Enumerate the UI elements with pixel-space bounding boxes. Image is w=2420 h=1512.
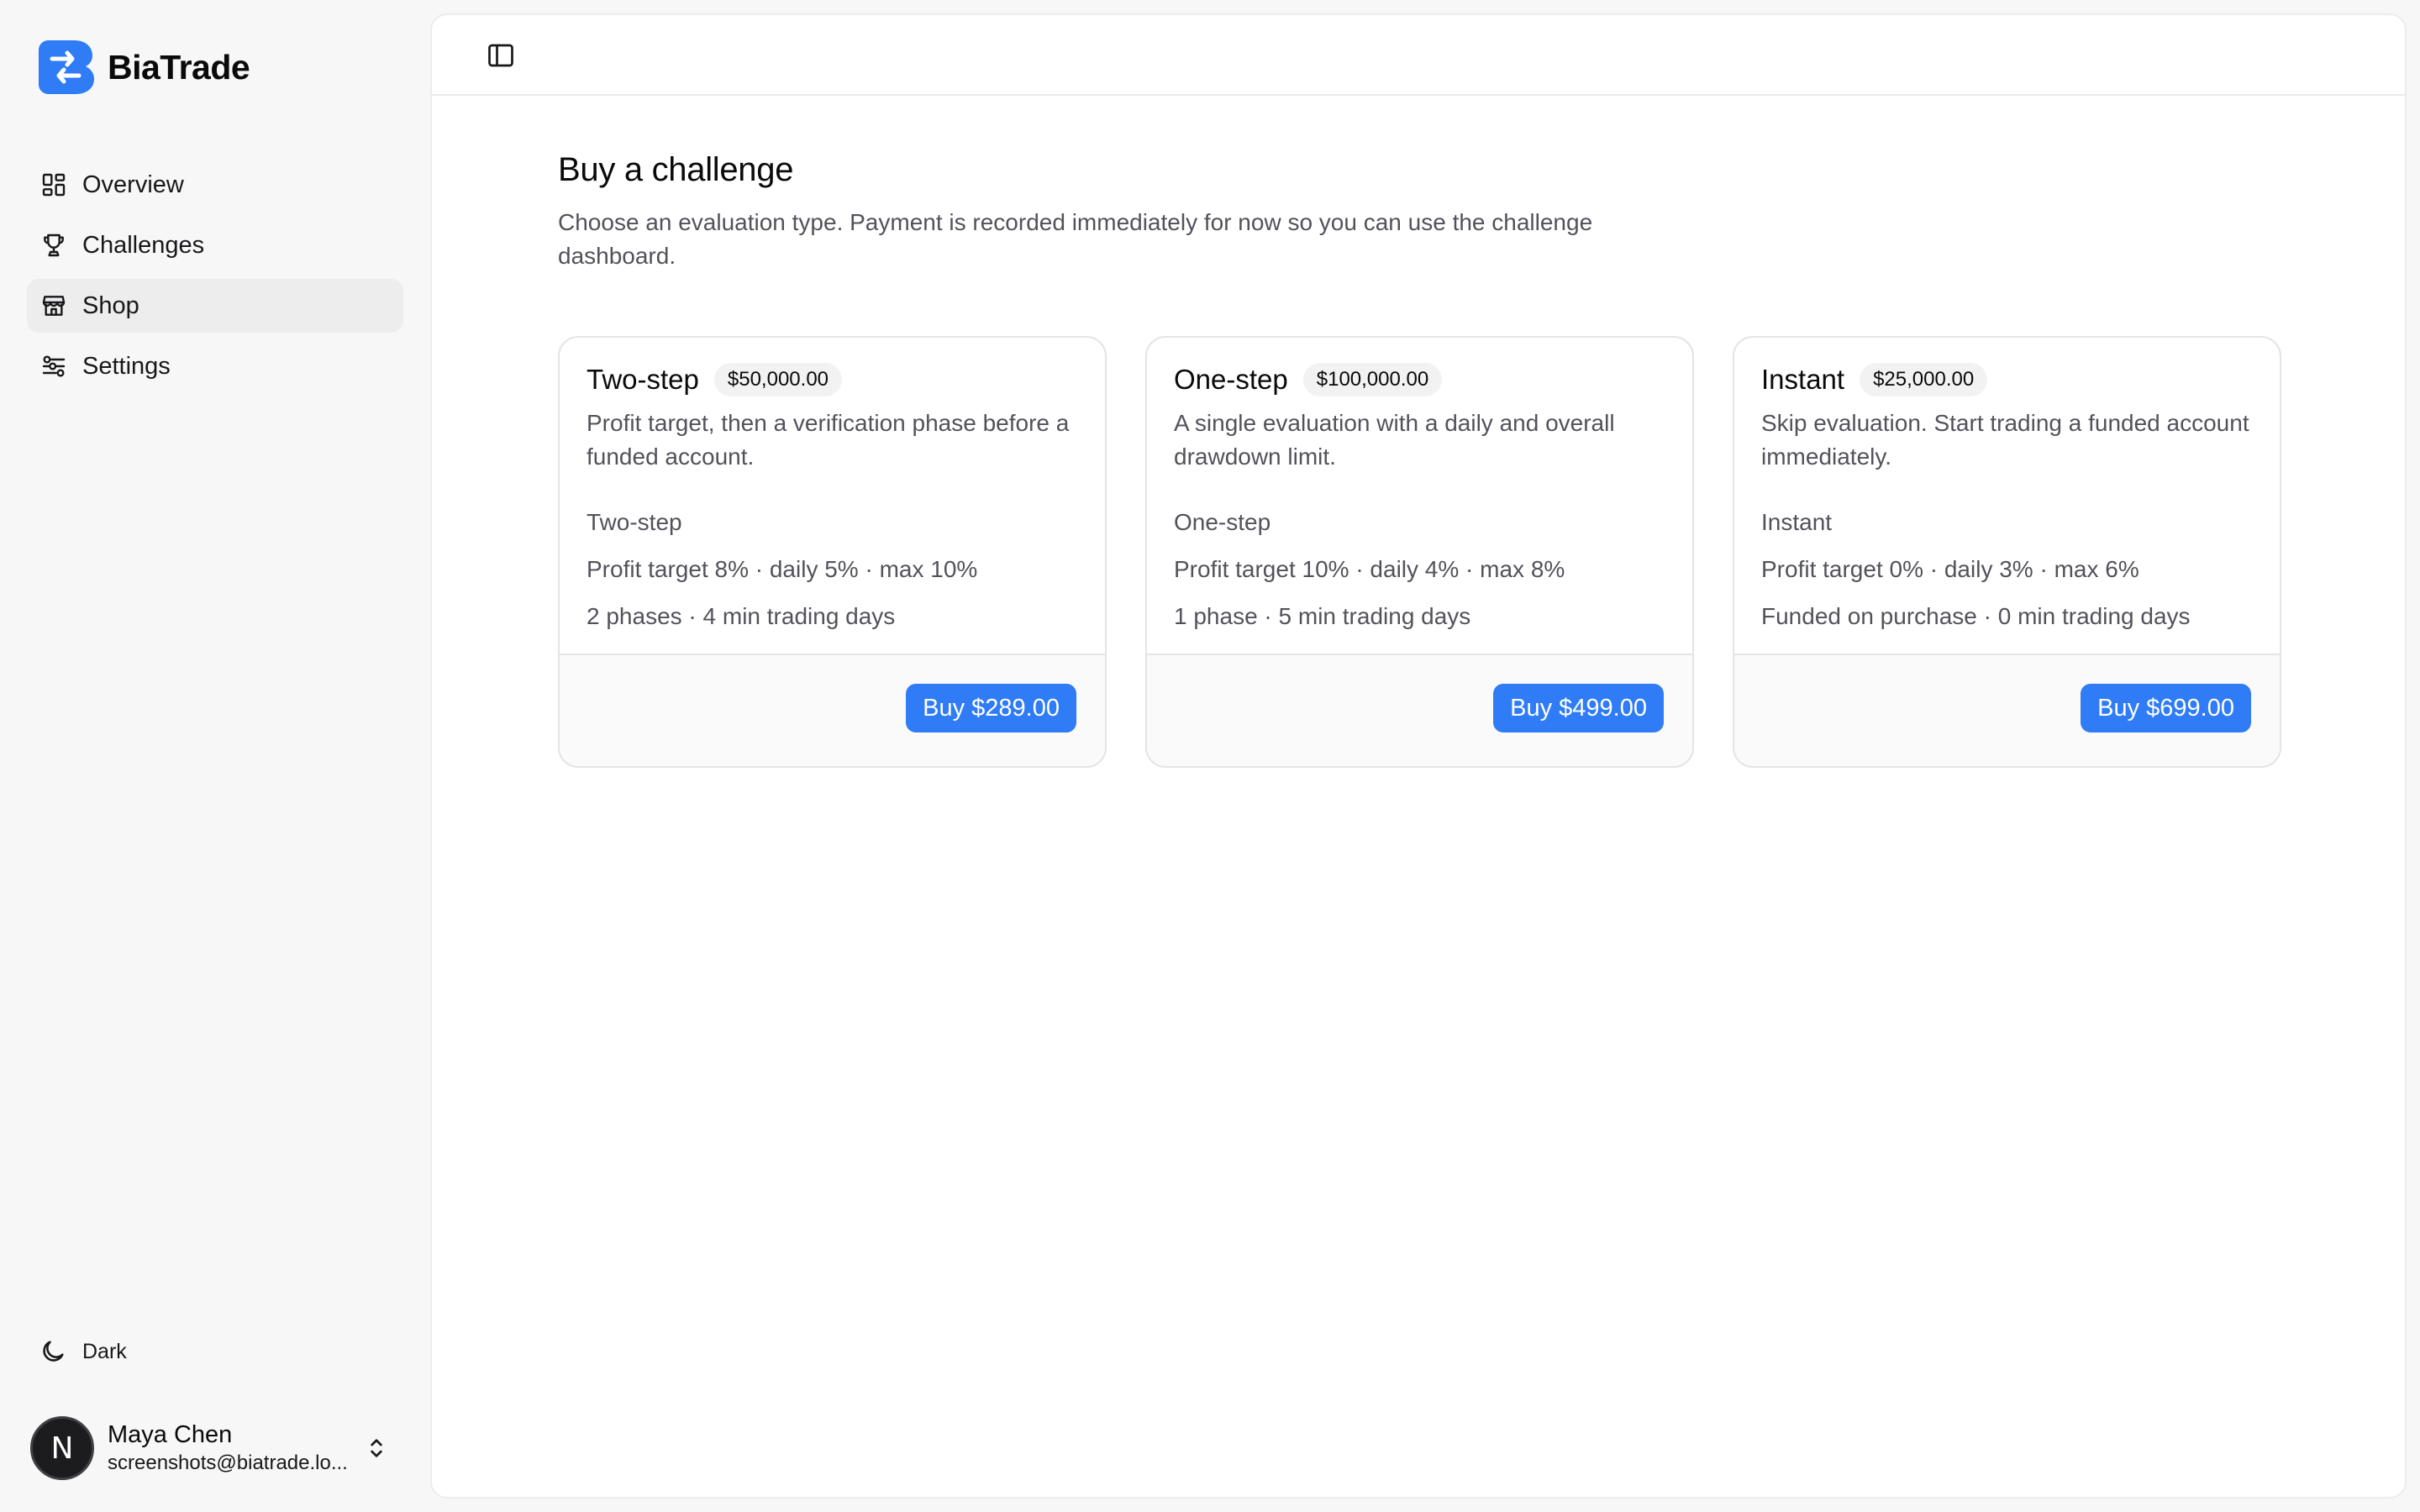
challenge-card-one-step: One-step $100,000.00 A single evaluation… bbox=[1145, 336, 1694, 768]
card-description: Profit target, then a verification phase… bbox=[587, 410, 1070, 470]
card-type: Instant bbox=[1761, 509, 1833, 535]
sidebar: BiaTrade Overview Challenges Shop Settin… bbox=[0, 0, 430, 1512]
chevron-up-down-icon bbox=[371, 1439, 382, 1457]
card-rules: Profit target 0% · daily 3% · max 6% bbox=[1761, 556, 2139, 582]
buy-instant-button[interactable]: Buy $699.00 bbox=[2081, 684, 2251, 732]
buy-one-step-button[interactable]: Buy $499.00 bbox=[1493, 684, 1664, 732]
card-title: One-step bbox=[1174, 364, 1288, 395]
sidebar-item-label: Settings bbox=[82, 352, 171, 380]
challenge-card-two-step: Two-step $50,000.00 Profit target, then … bbox=[558, 336, 1107, 768]
topbar bbox=[432, 15, 2405, 96]
card-phases: 1 phase · 5 min trading days bbox=[1174, 603, 1471, 629]
card-footer: Buy $499.00 bbox=[1147, 654, 1692, 766]
brand-logo-icon bbox=[39, 40, 94, 94]
challenge-cards: Two-step $50,000.00 Profit target, then … bbox=[558, 336, 2281, 768]
card-type: Two-step bbox=[587, 509, 682, 535]
moon-icon bbox=[43, 1341, 64, 1362]
brand[interactable]: BiaTrade bbox=[39, 40, 250, 94]
card-description: Skip evaluation. Start trading a funded … bbox=[1761, 410, 2249, 470]
store-icon bbox=[42, 296, 66, 316]
card-phases: Funded on purchase · 0 min trading days bbox=[1761, 603, 2191, 629]
sidebar-item-label: Overview bbox=[82, 171, 184, 198]
card-rules: Profit target 8% · daily 5% · max 10% bbox=[587, 556, 978, 582]
brand-name: BiaTrade bbox=[108, 47, 250, 87]
avatar: N bbox=[30, 1416, 94, 1480]
user-info: Maya Chen screenshots@biatrade.lo... bbox=[108, 1420, 351, 1477]
sidebar-item-label: Challenges bbox=[82, 231, 205, 259]
account-size-badge: $100,000.00 bbox=[1302, 363, 1443, 396]
card-rules: Profit target 10% · daily 4% · max 8% bbox=[1174, 556, 1565, 582]
trophy-icon bbox=[44, 234, 64, 257]
user-email: screenshots@biatrade.lo... bbox=[108, 1452, 348, 1474]
theme-toggle[interactable]: Dark bbox=[39, 1337, 127, 1366]
buy-two-step-button[interactable]: Buy $289.00 bbox=[906, 684, 1076, 732]
user-menu[interactable]: N Maya Chen screenshots@biatrade.lo... bbox=[30, 1415, 400, 1482]
card-phases: 2 phases · 4 min trading days bbox=[587, 603, 896, 629]
sliders-icon bbox=[42, 355, 66, 377]
sidebar-item-settings[interactable]: Settings bbox=[27, 339, 403, 393]
card-title: Two-step bbox=[587, 364, 699, 395]
sidebar-toggle-icon[interactable] bbox=[486, 40, 516, 71]
sidebar-item-challenges[interactable]: Challenges bbox=[27, 218, 403, 272]
challenge-card-instant: Instant $25,000.00 Skip evaluation. Star… bbox=[1733, 336, 2281, 768]
shop-content: Buy a challenge Choose an evaluation typ… bbox=[558, 151, 2281, 768]
card-footer: Buy $699.00 bbox=[1734, 654, 2280, 766]
page-title: Buy a challenge bbox=[558, 151, 794, 188]
card-type: One-step bbox=[1174, 509, 1271, 535]
card-title: Instant bbox=[1761, 364, 1845, 395]
user-name: Maya Chen bbox=[108, 1421, 233, 1448]
sidebar-nav: Overview Challenges Shop Settings bbox=[27, 158, 403, 400]
grid-icon bbox=[42, 173, 66, 197]
theme-toggle-label: Dark bbox=[82, 1339, 127, 1363]
sidebar-item-label: Shop bbox=[82, 291, 139, 319]
main-panel: Buy a challenge Choose an evaluation typ… bbox=[430, 13, 2407, 1499]
page-subtitle: Choose an evaluation type. Payment is re… bbox=[558, 209, 1593, 269]
card-description: A single evaluation with a daily and ove… bbox=[1174, 410, 1615, 470]
account-size-badge: $25,000.00 bbox=[1860, 363, 1988, 396]
sidebar-item-shop[interactable]: Shop bbox=[27, 279, 403, 333]
sidebar-item-overview[interactable]: Overview bbox=[27, 158, 403, 212]
account-size-badge: $50,000.00 bbox=[713, 363, 843, 396]
card-footer: Buy $289.00 bbox=[560, 654, 1105, 766]
